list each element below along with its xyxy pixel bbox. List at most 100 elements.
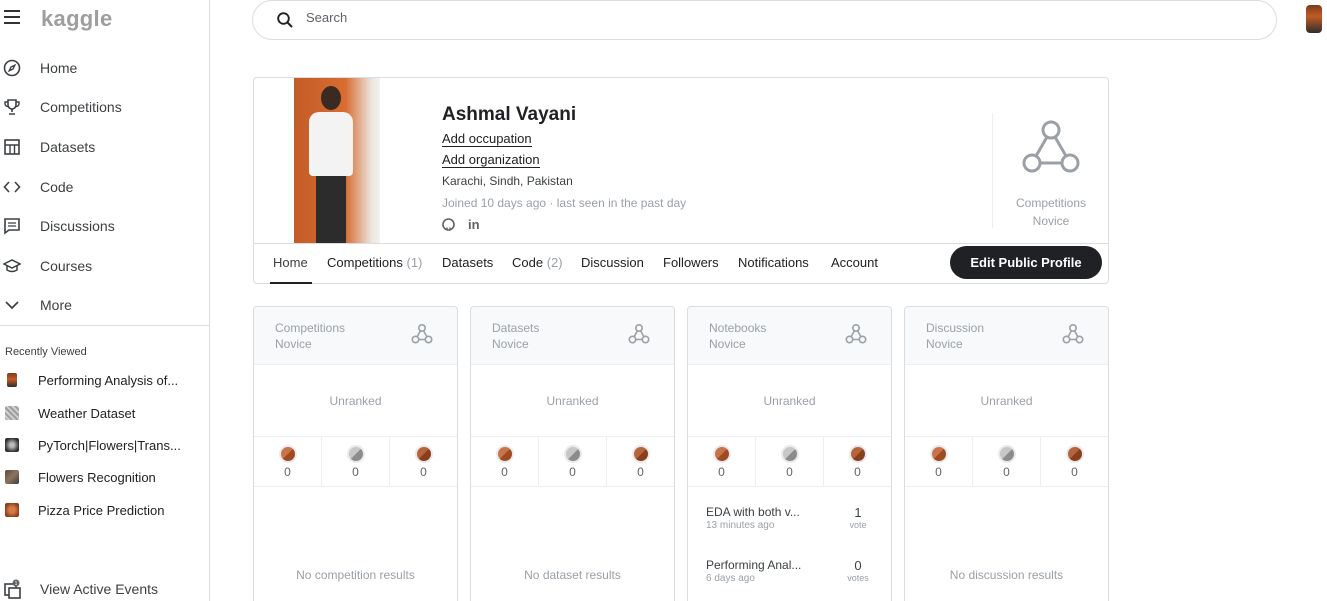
kaggle-logo[interactable]: kaggle xyxy=(41,6,113,32)
datasets-card: Datasets Novice Unranked 0 0 0 No dataset… xyxy=(470,306,675,601)
notebook-item[interactable]: Performing Anal... 6 days ago 0 votes xyxy=(706,558,876,584)
add-organization-link[interactable]: Add organization xyxy=(442,152,540,168)
profile-name: Ashmal Vayani xyxy=(442,104,577,125)
tab-code[interactable]: Code (2) xyxy=(512,255,563,270)
tier-category: Competitions xyxy=(1015,196,1087,210)
tab-datasets[interactable]: Datasets xyxy=(442,255,493,270)
sidebar-item-competitions[interactable]: Competitions xyxy=(0,89,209,125)
notebook-item[interactable]: EDA with both v... 13 minutes ago 1 vote xyxy=(706,505,876,531)
sidebar-item-more[interactable]: More xyxy=(0,287,209,323)
search-input[interactable] xyxy=(306,10,1206,25)
gold-medal: 0 xyxy=(254,437,322,486)
silver-medal: 0 xyxy=(539,437,607,486)
gold-medal-icon xyxy=(929,445,948,463)
empty-message: No discussion results xyxy=(949,568,1064,582)
compass-icon xyxy=(3,59,21,77)
tab-home[interactable]: Home xyxy=(273,255,308,270)
rank-status: Unranked xyxy=(688,365,891,437)
bronze-medal-icon xyxy=(631,445,650,463)
recent-item-label: Flowers Recognition xyxy=(38,469,156,485)
medals-row: 0 0 0 xyxy=(471,437,674,487)
discussion-card: Discussion Novice Unranked 0 0 0 No discu… xyxy=(904,306,1109,601)
tab-competitions[interactable]: Competitions (1) xyxy=(327,255,422,270)
tier-icon xyxy=(1062,323,1084,350)
search-icon xyxy=(276,11,294,34)
profile-joined: Joined 10 days ago · last seen in the pa… xyxy=(442,196,687,210)
user-avatar[interactable] xyxy=(1306,5,1322,33)
linkedin-icon[interactable]: in xyxy=(468,217,480,232)
dataset-thumbnail xyxy=(5,470,19,484)
bronze-medal: 0 xyxy=(390,437,457,486)
recently-viewed-title: Recently Viewed xyxy=(5,346,87,358)
sidebar-item-label: Competitions xyxy=(40,99,122,115)
menu-icon[interactable] xyxy=(4,10,22,26)
bronze-medal: 0 xyxy=(1041,437,1108,486)
tab-account[interactable]: Account xyxy=(831,255,878,270)
view-active-events-label: View Active Events xyxy=(40,581,159,597)
profile-card: Ashmal Vayani Add occupation Add organiz… xyxy=(253,77,1109,284)
profile-photo xyxy=(294,78,380,244)
silver-medal: 0 xyxy=(322,437,390,486)
gold-medal: 0 xyxy=(905,437,973,486)
silver-medal: 0 xyxy=(973,437,1041,486)
bronze-medal: 0 xyxy=(824,437,891,486)
bronze-medal: 0 xyxy=(607,437,674,486)
code-icon xyxy=(3,178,21,196)
recent-item[interactable]: PyTorch|Flowers|Trans... xyxy=(0,432,209,458)
notebook-thumbnail xyxy=(5,438,19,452)
silver-medal-icon xyxy=(563,445,582,463)
recent-item[interactable]: Performing Analysis of... xyxy=(0,367,209,393)
tab-discussion[interactable]: Discussion xyxy=(581,255,644,270)
recent-item-label: Weather Dataset xyxy=(38,405,136,421)
sidebar-item-label: Datasets xyxy=(40,139,96,155)
comment-icon xyxy=(3,217,21,235)
sidebar-item-discussions[interactable]: Discussions xyxy=(0,208,209,244)
tab-followers[interactable]: Followers xyxy=(663,255,719,270)
rank-status: Unranked xyxy=(905,365,1108,437)
trophy-icon xyxy=(3,98,21,116)
tier-icon xyxy=(845,323,867,350)
rank-status: Unranked xyxy=(471,365,674,437)
tier-level: Novice xyxy=(1032,214,1070,228)
sidebar-item-code[interactable]: Code xyxy=(0,169,209,205)
tier-icon xyxy=(411,323,433,350)
gold-medal-icon xyxy=(495,445,514,463)
sidebar: kaggle Home Competitions Datasets Code D… xyxy=(0,0,210,601)
table-icon xyxy=(3,138,21,156)
notebook-thumbnail xyxy=(7,373,17,387)
recent-item-label: PyTorch|Flowers|Trans... xyxy=(38,437,181,453)
rank-status: Unranked xyxy=(254,365,457,437)
bronze-medal-icon xyxy=(848,445,867,463)
sidebar-item-label: Code xyxy=(40,179,74,195)
events-icon: 1 xyxy=(3,579,23,601)
edit-public-profile-button[interactable]: Edit Public Profile xyxy=(950,246,1102,279)
github-icon[interactable] xyxy=(442,218,455,234)
sidebar-item-label: Home xyxy=(40,60,78,76)
bronze-medal-icon xyxy=(414,445,433,463)
recent-item-label: Performing Analysis of... xyxy=(38,372,179,388)
sidebar-item-datasets[interactable]: Datasets xyxy=(0,129,209,165)
profile-location: Karachi, Sindh, Pakistan xyxy=(442,174,573,188)
gold-medal-icon xyxy=(278,445,297,463)
card-title: Discussion Novice xyxy=(926,321,985,351)
tab-notifications[interactable]: Notifications xyxy=(738,255,809,270)
sidebar-item-label: More xyxy=(40,297,72,313)
gold-medal: 0 xyxy=(688,437,756,486)
active-tab-indicator xyxy=(270,282,312,284)
add-occupation-link[interactable]: Add occupation xyxy=(442,131,532,147)
silver-medal-icon xyxy=(780,445,799,463)
card-title: Notebooks Novice xyxy=(709,321,767,351)
sidebar-item-courses[interactable]: Courses xyxy=(0,248,209,284)
sidebar-item-home[interactable]: Home xyxy=(0,50,209,86)
recent-item[interactable]: Weather Dataset xyxy=(0,400,209,426)
tier-icon xyxy=(1020,118,1082,183)
tabs-divider xyxy=(254,243,1108,244)
silver-medal-icon xyxy=(997,445,1016,463)
gold-medal: 0 xyxy=(471,437,539,486)
recent-item[interactable]: Pizza Price Prediction xyxy=(0,497,209,523)
card-title: Competitions Novice xyxy=(275,321,346,351)
vote-count: 1 vote xyxy=(849,505,867,530)
view-active-events-button[interactable]: 1 View Active Events xyxy=(0,577,209,601)
recent-item[interactable]: Flowers Recognition xyxy=(0,464,209,490)
dataset-thumbnail xyxy=(5,406,19,420)
